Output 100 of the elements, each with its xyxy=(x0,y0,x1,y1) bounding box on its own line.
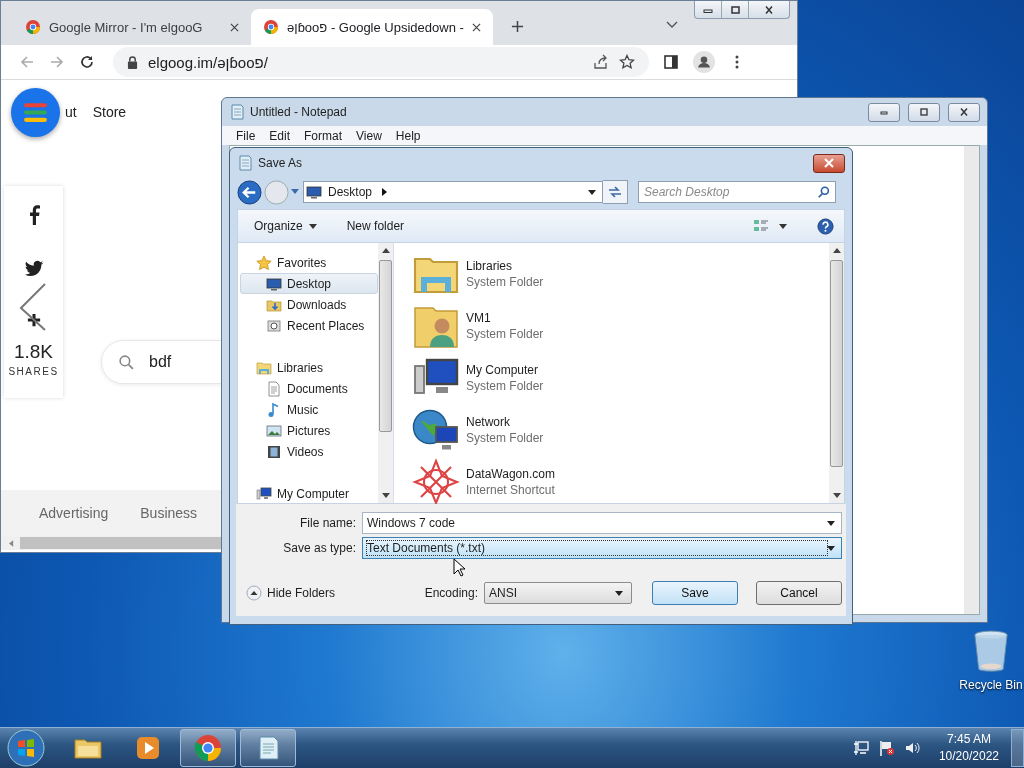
file-name-field[interactable]: Windows 7 code xyxy=(362,512,842,534)
browser-tab[interactable]: ǝןɓooפ - Google Upsidedown - xyxy=(251,9,493,45)
nav-item[interactable]: Music xyxy=(238,399,378,420)
nav-item[interactable]: Pictures xyxy=(238,420,378,441)
footer-link[interactable]: Advertising xyxy=(39,505,109,521)
address-bar[interactable]: Desktop xyxy=(303,181,603,203)
scroll-left-icon[interactable] xyxy=(9,539,14,547)
dropdown-arrow-icon[interactable] xyxy=(779,223,787,229)
close-icon[interactable] xyxy=(959,108,969,116)
plus-icon[interactable] xyxy=(510,20,524,33)
lock-icon xyxy=(127,55,138,69)
file-type-dropdown[interactable]: Text Documents (*.txt) xyxy=(362,537,842,559)
dialog-title: Save As xyxy=(258,156,303,170)
chrome-logo-icon xyxy=(25,19,41,35)
refresh-button[interactable] xyxy=(603,180,628,204)
side-panel-icon[interactable] xyxy=(663,54,679,70)
chevron-right-icon xyxy=(382,188,388,196)
close-button[interactable] xyxy=(813,153,845,173)
footer-link[interactable]: Business xyxy=(140,505,198,521)
toolbar-button[interactable]: New folder xyxy=(346,219,405,233)
menu-item[interactable]: Format xyxy=(304,128,343,143)
scroll-up-icon[interactable] xyxy=(381,248,390,253)
close-icon[interactable] xyxy=(471,22,481,32)
nav-item[interactable]: My Computer xyxy=(238,483,378,504)
star-icon[interactable] xyxy=(619,54,635,70)
dialog-button[interactable]: Save xyxy=(652,581,738,605)
dropdown-arrow-icon[interactable] xyxy=(827,545,835,551)
profile-icon[interactable] xyxy=(693,51,715,73)
menu-item[interactable]: Help xyxy=(395,128,421,143)
dropdown-arrow-icon[interactable] xyxy=(588,189,596,195)
menu-item[interactable]: Edit xyxy=(269,128,291,143)
dialog-button[interactable]: Cancel xyxy=(756,581,842,605)
computer-icon xyxy=(256,485,272,502)
vertical-scrollbar[interactable] xyxy=(964,146,979,614)
menu-item[interactable]: File xyxy=(236,128,256,143)
desktop-shortcut[interactable]: Recycle Bin xyxy=(958,630,1024,692)
address-bar[interactable]: elgoog.im/ǝןɓooפ/ xyxy=(113,47,649,77)
maximize-icon[interactable] xyxy=(729,5,741,14)
notepad-icon xyxy=(229,104,245,120)
share-count: 1.8K xyxy=(13,341,54,363)
close-icon[interactable] xyxy=(230,22,239,32)
twitter-icon[interactable] xyxy=(23,259,44,279)
search-icon xyxy=(118,353,135,371)
menu-icon xyxy=(23,102,48,123)
taskbar-button[interactable] xyxy=(240,729,296,767)
film-icon xyxy=(266,443,282,460)
nav-item[interactable]: Libraries xyxy=(238,357,378,378)
notepad-icon xyxy=(237,155,253,171)
plus-icon[interactable] xyxy=(26,313,41,327)
close-icon xyxy=(823,158,835,168)
folder-entry[interactable]: VM1 System Folder xyxy=(412,301,829,351)
speaker-icon[interactable] xyxy=(904,740,921,756)
dropdown-arrow-icon xyxy=(615,590,623,596)
share-label: SHARES xyxy=(8,366,59,377)
nav-item[interactable]: Documents xyxy=(238,378,378,399)
nav-item[interactable]: Desktop xyxy=(240,273,378,294)
chevron-left-icon[interactable] xyxy=(18,282,48,332)
menu-button[interactable] xyxy=(11,88,60,137)
dropdown-arrow-icon[interactable] xyxy=(827,520,835,526)
folder-entry[interactable]: DataWagon.com Internet Shortcut xyxy=(412,457,829,507)
field-label: Save as type: xyxy=(282,541,356,555)
vertical-scrollbar[interactable] xyxy=(378,243,393,503)
nav-item[interactable]: Downloads xyxy=(238,294,378,315)
close-icon[interactable] xyxy=(763,5,775,14)
cursor-icon xyxy=(453,558,465,577)
mandala-icon xyxy=(412,458,460,506)
encoding-dropdown[interactable]: ANSI xyxy=(484,582,632,604)
taskbar-button[interactable] xyxy=(180,729,236,767)
flag-warning-icon[interactable] xyxy=(878,740,895,756)
nav-item[interactable]: Favorites xyxy=(238,252,378,273)
nav-item[interactable]: Videos xyxy=(238,441,378,462)
minimize-icon[interactable] xyxy=(879,108,889,116)
share-icon[interactable] xyxy=(593,54,609,70)
field-label: Encoding: xyxy=(424,586,478,600)
vertical-scrollbar[interactable] xyxy=(829,243,844,503)
scroll-down-icon[interactable] xyxy=(832,493,841,498)
chevron-down-icon[interactable] xyxy=(666,21,678,29)
nav-link[interactable]: Store xyxy=(92,104,127,144)
start-button-icon[interactable] xyxy=(6,728,46,768)
clock[interactable]: 7:45 AM 10/20/2022 xyxy=(938,731,999,765)
nav-link[interactable]: ut xyxy=(65,104,77,144)
maximize-icon[interactable] xyxy=(919,108,929,116)
folder-entry[interactable]: My Computer System Folder xyxy=(412,353,829,403)
help-icon[interactable] xyxy=(817,217,834,235)
browser-tab[interactable]: Google Mirror - I'm elgooG xyxy=(13,9,251,45)
folder-entry[interactable]: Network System Folder xyxy=(412,405,829,455)
show-desktop-button[interactable] xyxy=(1011,729,1024,767)
hide-folders-button[interactable]: Hide Folders xyxy=(246,585,336,601)
scroll-down-icon[interactable] xyxy=(381,493,390,498)
toolbar-button[interactable]: Organize xyxy=(254,219,317,233)
network-icon[interactable] xyxy=(852,740,869,756)
menu-item[interactable]: View xyxy=(356,128,382,143)
monitor-icon xyxy=(266,275,282,292)
refresh-icon xyxy=(607,184,623,200)
nav-item[interactable]: Recent Places xyxy=(238,315,378,336)
search-field[interactable]: Search Desktop xyxy=(638,181,836,203)
reload-icon[interactable] xyxy=(79,54,95,70)
folder-entry[interactable]: Libraries System Folder xyxy=(412,249,829,299)
scroll-up-icon[interactable] xyxy=(832,248,841,253)
window-controls[interactable] xyxy=(694,1,790,19)
